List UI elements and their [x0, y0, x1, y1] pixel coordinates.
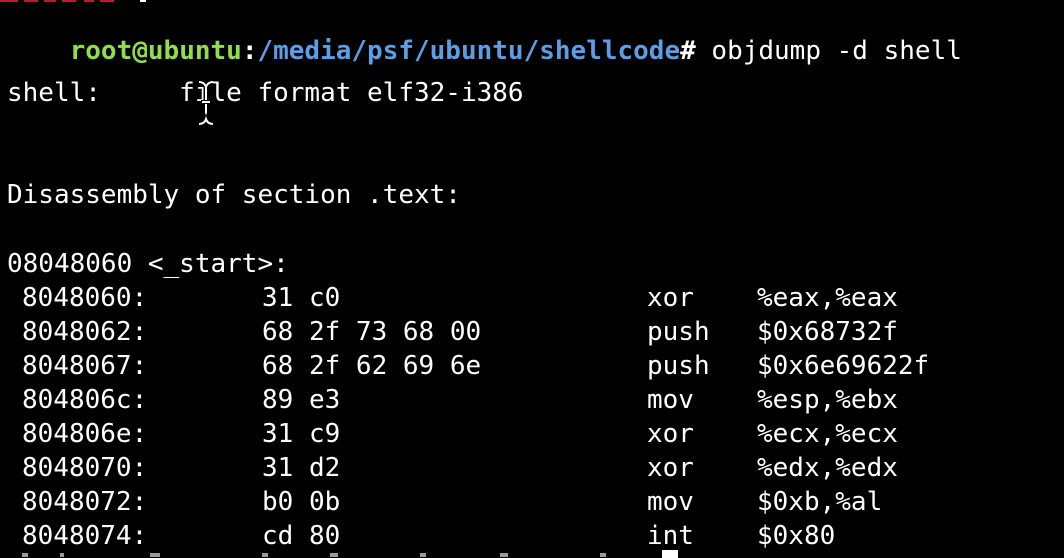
instruction-bytes: b0 0b [262, 487, 341, 517]
instruction-mnemonic: push [647, 317, 710, 347]
instruction-bytes: 89 e3 [262, 385, 341, 415]
instruction-mnemonic: int [647, 521, 694, 551]
section-header: Disassembly of section .text: [7, 180, 461, 210]
prompt-user-host: root@ubuntu [69, 36, 242, 66]
symbol-header: 08048060 <_start>: [7, 249, 289, 279]
text-cursor-ibeam-icon [198, 80, 214, 126]
clipped-previous-line [0, 0, 160, 4]
instruction-bytes: 68 2f 62 69 6e [262, 351, 482, 381]
instruction-operands: $0x68732f [757, 317, 898, 347]
instruction-address: 804806e: [22, 419, 148, 449]
prompt-working-directory: /media/psf/ubuntu/shellcode [257, 36, 681, 66]
instruction-operands: %esp,%ebx [757, 385, 898, 415]
instruction-operands: $0x6e69622f [757, 351, 930, 381]
terminal-window[interactable]: root@ubuntu:/media/psf/ubuntu/shellcode#… [0, 0, 1064, 558]
instruction-mnemonic: mov [647, 385, 694, 415]
instruction-operands: $0xb,%al [757, 487, 883, 517]
instruction-operands: %ecx,%ecx [757, 419, 898, 449]
instruction-mnemonic: mov [647, 487, 694, 517]
instruction-bytes: 31 c9 [262, 419, 341, 449]
prompt-root-symbol: # [680, 36, 696, 66]
instruction-address: 8048074: [22, 521, 148, 551]
terminal-block-cursor [662, 550, 678, 558]
instruction-mnemonic: xor [647, 453, 694, 483]
instruction-mnemonic: xor [647, 283, 694, 313]
instruction-address: 8048062: [22, 317, 148, 347]
instruction-address: 8048060: [22, 283, 148, 313]
instruction-address: 8048070: [22, 453, 148, 483]
instruction-bytes: 31 d2 [262, 453, 341, 483]
instruction-address: 804806c: [22, 385, 148, 415]
instruction-operands: %eax,%eax [757, 283, 898, 313]
instruction-address: 8048067: [22, 351, 148, 381]
command-prompt-line[interactable]: root@ubuntu:/media/psf/ubuntu/shellcode#… [7, 6, 962, 66]
instruction-bytes: 68 2f 73 68 00 [262, 317, 482, 347]
instruction-operands: %edx,%edx [757, 453, 898, 483]
instruction-mnemonic: push [647, 351, 710, 381]
prompt-separator: : [241, 36, 258, 66]
clipped-next-line [0, 549, 660, 558]
instruction-address: 8048072: [22, 487, 148, 517]
instruction-bytes: cd 80 [262, 521, 341, 551]
instruction-bytes: 31 c0 [262, 283, 341, 313]
instruction-operands: $0x80 [757, 521, 836, 551]
file-format-line: shell: file format elf32-i386 [7, 78, 524, 108]
instruction-mnemonic: xor [647, 419, 694, 449]
entered-command: objdump -d shell [695, 36, 962, 66]
